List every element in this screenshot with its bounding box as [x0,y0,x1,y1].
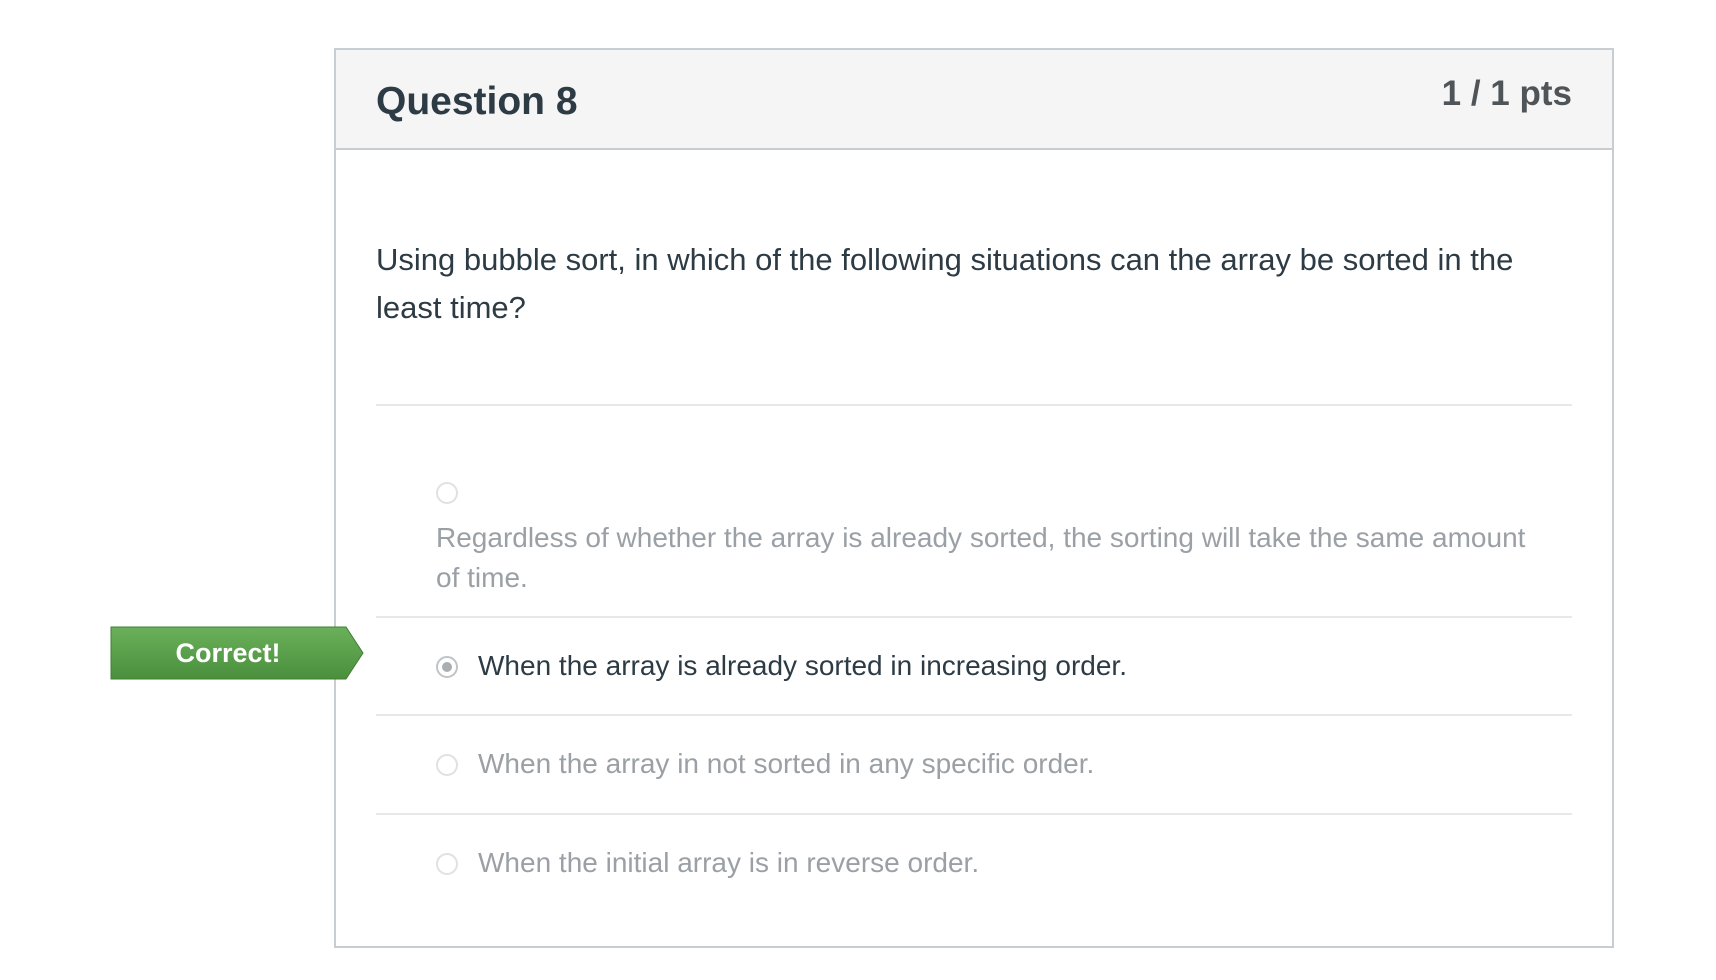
answer-text: Regardless of whether the array is alrea… [436,522,1526,593]
radio-button-selected[interactable] [436,656,458,678]
correct-label: Correct! [175,638,281,668]
answer-option-1[interactable]: Regardless of whether the array is alrea… [436,430,1546,620]
answer-option-4[interactable]: When the initial array is in reverse ord… [436,815,1546,913]
question-card: Question 8 1 / 1 pts Using bubble sort, … [334,48,1614,948]
answer-divider [376,404,1572,406]
correct-answer-flag: Correct! [110,626,364,680]
radio-button[interactable] [436,754,458,776]
answer-text: When the array is already sorted in incr… [478,650,1127,681]
answer-option-2[interactable]: When the array is already sorted in incr… [436,618,1546,716]
answer-text: When the initial array is in reverse ord… [478,847,980,878]
radio-button[interactable] [436,853,458,875]
question-header: Question 8 1 / 1 pts [336,50,1612,150]
answer-option-3[interactable]: When the array in not sorted in any spec… [436,716,1546,814]
answer-text: When the array in not sorted in any spec… [478,748,1095,779]
question-title: Question 8 [376,80,578,123]
radio-button[interactable] [436,482,458,504]
question-text: Using bubble sort, in which of the follo… [376,242,1514,325]
question-points: 1 / 1 pts [1441,74,1572,113]
